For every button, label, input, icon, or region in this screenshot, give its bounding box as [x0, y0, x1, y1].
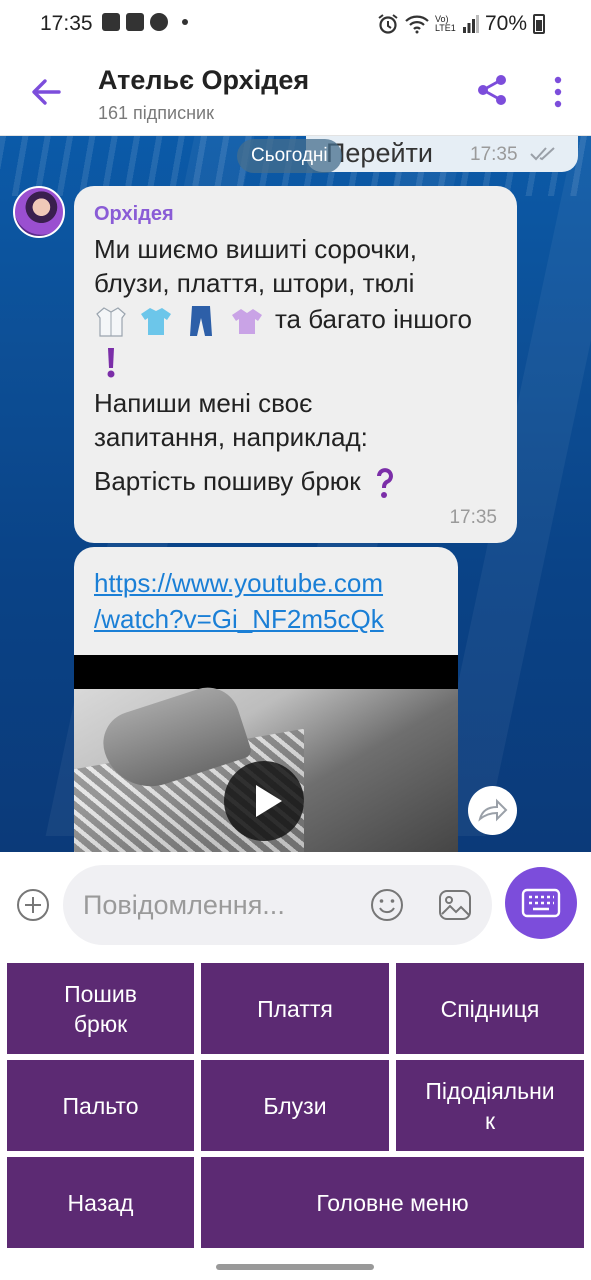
- system-status: Vo) LTE1 70%: [377, 12, 545, 36]
- previous-message-bubble[interactable]: Перейти 17:35: [306, 136, 578, 172]
- double-check-icon: [530, 147, 555, 161]
- notification-icons: [102, 13, 188, 31]
- keyboard-icon: [521, 888, 561, 918]
- message-line-exclamation: [94, 344, 132, 380]
- keyboard-button-label: Плаття: [257, 995, 333, 1022]
- message-line-emojis: та багато іншого: [94, 302, 472, 338]
- blouse-icon: [231, 309, 262, 335]
- youtube-link[interactable]: https://www.youtube.com /watch?v=Gi_NF2m…: [94, 565, 384, 637]
- label-line: Підодіяльни: [425, 1077, 555, 1104]
- message-bubble[interactable]: Орхідея Ми шиємо вишиті сорочки, блузи, …: [74, 186, 517, 543]
- more-options-icon[interactable]: [548, 74, 568, 110]
- keyboard-button-label: Головне меню: [316, 1189, 469, 1216]
- keyboard-button-trousers[interactable]: Пошив брюк: [7, 963, 194, 1054]
- link-message-bubble[interactable]: https://www.youtube.com /watch?v=Gi_NF2m…: [74, 547, 458, 852]
- keyboard-button-back[interactable]: Назад: [7, 1157, 194, 1248]
- keyboard-button-label: Блузи: [263, 1092, 327, 1119]
- sender-name: Орхідея: [94, 203, 174, 225]
- question-icon: [376, 468, 393, 499]
- link-line[interactable]: https://www.youtube.com: [94, 565, 384, 601]
- forward-icon: [478, 798, 508, 822]
- add-attachment-icon[interactable]: [16, 888, 50, 922]
- battery-percent: 70%: [484, 12, 527, 35]
- keyboard-button-label: Назад: [67, 1189, 134, 1216]
- gallery-icon[interactable]: [436, 886, 474, 924]
- status-bar: 17:35 Vo) LTE1 70%: [0, 0, 591, 48]
- chat-area[interactable]: Перейти 17:35 Сьогодні Орхідея Ми шиємо …: [0, 136, 591, 852]
- message-line: Вартість пошиву брюк: [94, 466, 361, 496]
- date-pill: Сьогодні: [237, 139, 342, 173]
- bot-keyboard: Пошив брюк Плаття Спідниця Пальто Блузи …: [0, 958, 591, 1260]
- emoji-icon[interactable]: [368, 886, 406, 924]
- message-input-bar: [0, 852, 591, 958]
- keyboard-button-dress[interactable]: Плаття: [201, 963, 389, 1054]
- keyboard-button-coat[interactable]: Пальто: [7, 1060, 194, 1151]
- message-line: та багато іншого: [274, 304, 472, 334]
- jeans-icon: [190, 306, 213, 337]
- label-line: к: [484, 1107, 496, 1134]
- forward-button[interactable]: [468, 786, 517, 835]
- keyboard-button-duvet-cover[interactable]: Підодіяльни к: [396, 1060, 584, 1151]
- label-line: Пошив: [64, 980, 137, 1007]
- avatar[interactable]: [13, 186, 65, 238]
- keyboard-button-label: Спідниця: [440, 995, 540, 1022]
- status-time: 17:35: [40, 12, 93, 35]
- bot-keyboard-button[interactable]: [505, 867, 577, 939]
- keyboard-button-blouses[interactable]: Блузи: [201, 1060, 389, 1151]
- message-line-question: Вартість пошиву брюк: [94, 464, 406, 500]
- message-field[interactable]: [63, 865, 492, 945]
- battery-icon: [533, 14, 545, 34]
- message-input[interactable]: [83, 885, 353, 925]
- lab-coat-icon: [96, 307, 126, 337]
- previous-message-time: 17:35: [470, 144, 518, 165]
- alarm-icon: [378, 14, 398, 34]
- video-thumbnail: [74, 679, 458, 852]
- message-line: Ми шиємо вишиті сорочки,: [94, 234, 418, 264]
- keyboard-button-label: Підодіяльни к: [425, 1076, 554, 1136]
- play-icon[interactable]: [224, 761, 304, 841]
- previous-message-text: Перейти: [326, 138, 433, 168]
- signal-icon: [462, 15, 479, 33]
- more-notifications-icon: [182, 19, 188, 25]
- gesture-navigation-bar[interactable]: [216, 1264, 374, 1270]
- exclamation-icon: [107, 348, 115, 378]
- youtube-notification-icon: [126, 13, 144, 31]
- share-icon[interactable]: [474, 72, 510, 108]
- message-line: блузи, плаття, штори, тюлі: [94, 268, 415, 298]
- back-arrow-icon[interactable]: [28, 74, 64, 110]
- channel-title[interactable]: Ательє Орхідея: [98, 65, 309, 96]
- video-preview[interactable]: [74, 655, 458, 852]
- wifi-icon: [405, 15, 429, 34]
- message-time: 17:35: [449, 507, 497, 528]
- keyboard-button-main-menu[interactable]: Головне меню: [201, 1157, 584, 1248]
- keyboard-button-label: Пошив брюк: [64, 979, 137, 1039]
- keyboard-button-label: Пальто: [62, 1092, 139, 1119]
- gallery-notification-icon: [102, 13, 120, 31]
- subscriber-count: 161 підписник: [98, 103, 214, 123]
- sync-notification-icon: [150, 13, 168, 31]
- volte-label: Vo) LTE1: [434, 14, 456, 33]
- message-line: запитання, наприклад:: [94, 422, 368, 452]
- link-line[interactable]: /watch?v=Gi_NF2m5cQk: [94, 601, 384, 637]
- tshirt-icon: [141, 308, 172, 336]
- message-line: Напиши мені своє: [94, 388, 313, 418]
- chat-header: Ательє Орхідея 161 підписник: [0, 48, 591, 136]
- label-line: брюк: [73, 1010, 128, 1037]
- keyboard-button-skirt[interactable]: Спідниця: [396, 963, 584, 1054]
